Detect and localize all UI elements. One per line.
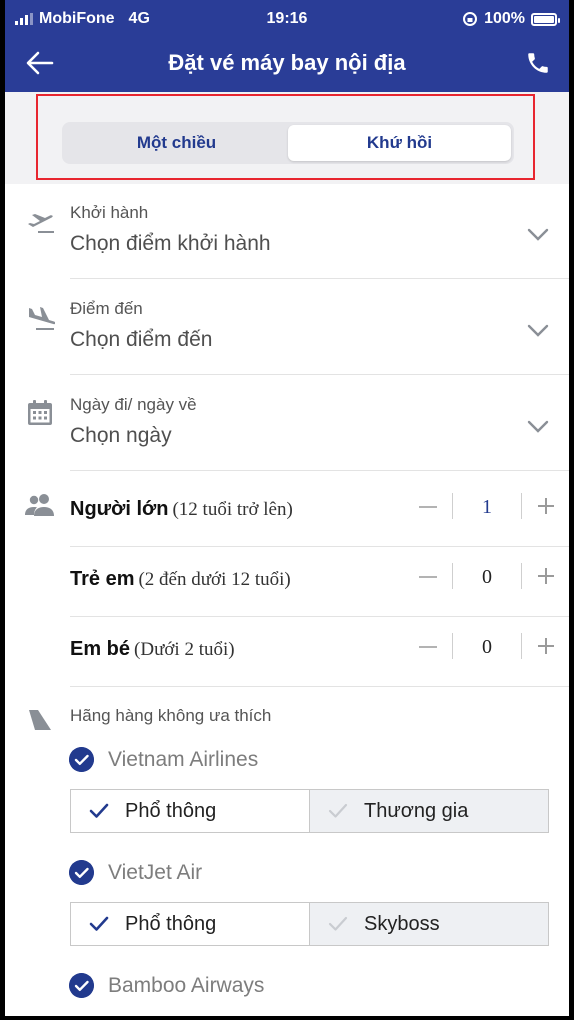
separator [521,633,522,659]
airline-vietjet-air[interactable]: VietJet Air [69,852,549,892]
separator [521,493,522,519]
adult-label: Người lớn (12 tuổi trở lên) [70,498,293,521]
class-label: Phổ thông [125,799,217,822]
child-note: (2 đến dưới 12 tuổi) [138,569,291,590]
adult-note: (12 tuổi trở lên) [172,499,293,520]
class-options-vietjet-air: Phổ thông Skyboss [70,902,549,946]
trip-type-area: Một chiều Khứ hồi [5,92,569,184]
orientation-lock-icon [463,12,478,26]
separator [521,563,522,589]
class-label: Thương gia [364,799,469,822]
minus-icon[interactable] [417,566,439,588]
adult-count: 1 [482,496,492,518]
trip-type-segment: Một chiều Khứ hồi [62,122,514,164]
date-label: Ngày đi/ ngày về [70,395,197,414]
airplane-tail-icon [29,710,51,730]
child-row: Trẻ em (2 đến dưới 12 tuổi) 0 [5,546,569,617]
screen: MobiFone 4G 19:16 100% Đặt vé máy bay nộ… [5,0,569,1016]
infant-name: Em bé [70,638,131,660]
status-carrier: MobiFone 4G [15,10,150,28]
plus-icon[interactable] [536,496,556,516]
economy-option[interactable]: Phổ thông [70,902,310,946]
checkmark-circle-icon [69,860,94,885]
skyboss-option[interactable]: Skyboss [310,902,549,946]
network-type: 4G [128,10,150,27]
airline-name: VietJet Air [108,861,203,884]
airline-bamboo-airways[interactable]: Bamboo Airways [69,965,549,1005]
divider [70,374,569,375]
check-icon [89,803,109,818]
phone-icon[interactable] [525,50,551,76]
class-options-vietnam-airlines: Phổ thông Thương gia [70,789,549,833]
signal-icon [15,13,33,25]
child-name: Trẻ em [70,568,135,590]
check-icon [328,803,348,818]
plane-landing-icon [29,307,55,330]
preferred-airlines-label: Hãng hàng không ưa thích [70,706,272,725]
child-label: Trẻ em (2 đến dưới 12 tuổi) [70,568,291,591]
divider [70,470,569,471]
economy-option[interactable]: Phổ thông [70,789,310,833]
business-option[interactable]: Thương gia [310,789,549,833]
destination-value: Chọn điểm đến [70,328,213,351]
carrier-name: MobiFone [39,10,115,27]
infant-note: (Dưới 2 tuổi) [134,639,235,660]
destination-label: Điểm đến [70,299,143,318]
plus-icon[interactable] [536,636,556,656]
round-trip-option[interactable]: Khứ hồi [288,125,511,161]
page-title: Đặt vé máy bay nội địa [168,50,406,75]
divider [70,278,569,279]
minus-icon[interactable] [417,496,439,518]
checkmark-circle-icon [69,747,94,772]
one-way-option[interactable]: Một chiều [65,125,288,161]
battery-icon [531,12,560,26]
preferred-airlines-header: Hãng hàng không ưa thích [5,690,569,730]
status-right: 100% [462,10,560,28]
check-icon [328,916,348,931]
adult-name: Người lớn [70,498,169,520]
people-icon [25,494,54,516]
adult-row: Người lớn (12 tuổi trở lên) 1 [5,476,569,547]
divider [70,686,569,687]
child-count: 0 [482,566,492,588]
class-label: Skyboss [364,912,440,935]
departure-value: Chọn điểm khởi hành [70,232,271,255]
check-icon [89,916,109,931]
date-field[interactable]: Ngày đi/ ngày về Chọn ngày [5,376,569,472]
infant-row: Em bé (Dưới 2 tuổi) 0 [5,616,569,687]
plane-takeoff-icon [28,214,54,233]
airline-name: Bamboo Airways [108,974,265,997]
airline-name: Vietnam Airlines [108,748,259,771]
date-value: Chọn ngày [70,424,172,447]
departure-field[interactable]: Khởi hành Chọn điểm khởi hành [5,184,569,280]
checkmark-circle-icon [69,973,94,998]
departure-label: Khởi hành [70,203,149,222]
minus-icon[interactable] [417,636,439,658]
calendar-icon [28,400,52,425]
chevron-down-icon [527,324,549,337]
chevron-down-icon [527,420,549,433]
chevron-down-icon [527,228,549,241]
infant-count: 0 [482,636,492,658]
class-label: Phổ thông [125,912,217,935]
plus-icon[interactable] [536,566,556,586]
destination-field[interactable]: Điểm đến Chọn điểm đến [5,280,569,376]
app-header: MobiFone 4G 19:16 100% Đặt vé máy bay nộ… [5,0,569,92]
infant-label: Em bé (Dưới 2 tuổi) [70,638,235,661]
battery-percent: 100% [484,10,525,27]
airline-vietnam-airlines[interactable]: Vietnam Airlines [69,739,549,779]
